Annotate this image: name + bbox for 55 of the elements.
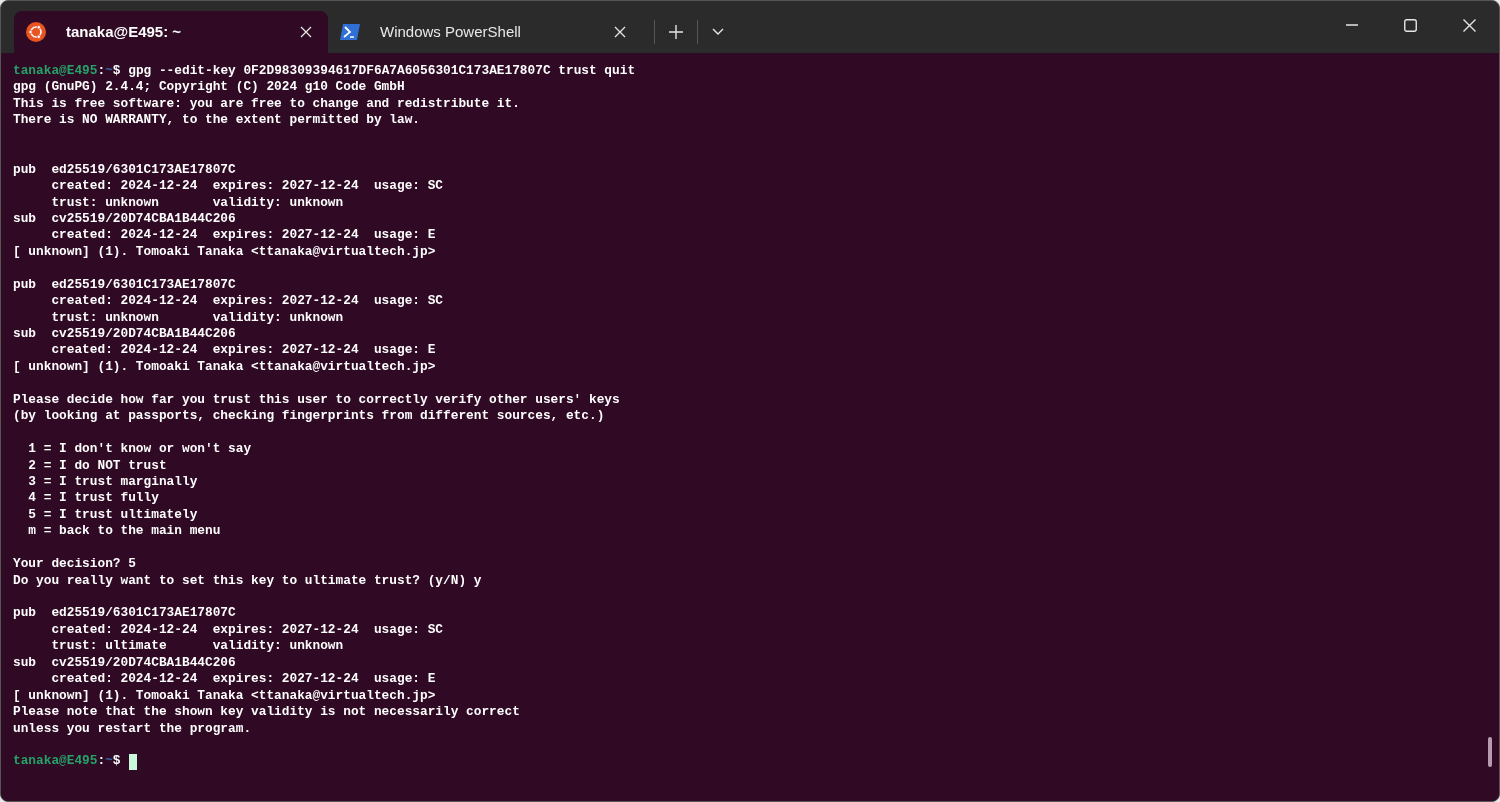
terminal-line: This is free software: you are free to change and redistribute it. <box>13 95 520 113</box>
scrollbar-thumb[interactable] <box>1488 737 1492 767</box>
terminal-line: Do you really want to set this key to ultimate trust? (y/N) y <box>13 572 482 589</box>
terminal-tab[interactable]: tanaka@E495: ~ <box>14 11 328 53</box>
terminal-line: 5 = I trust ultimately <box>27 506 198 524</box>
terminal-line: m = back to the main menu <box>27 523 221 540</box>
terminal-line: created: 2024-12-24 expires: 2027-12-24 usage: SC <box>50 178 444 195</box>
terminal-command: gpg --edit-key 0F2D98309394617DF6A7A6056301C173AE17807C trust quit <box>127 63 636 80</box>
terminal-line: [ unknown] (1). Tomoaki Tanaka <ttanaka@virtualtech.jp> <box>13 358 436 376</box>
tab-title: Windows PowerShell <box>380 21 522 42</box>
prompt-path: ~ <box>105 63 113 80</box>
terminal-tab[interactable]: Windows PowerShell <box>328 11 642 53</box>
terminal-line: (by looking at passports, checking fingerprints from different sources, etc.) <box>13 408 605 425</box>
prompt-path: ~ <box>105 753 113 770</box>
terminal-line: sub cv25519/20D74CBA1B44C206 <box>13 326 236 343</box>
powershell-icon <box>340 24 360 40</box>
terminal-line: Please note that the shown key validity is not necessarily correct <box>13 704 520 721</box>
terminal-line: 1 = I don't know or won't say <box>27 441 252 458</box>
terminal-line: pub ed25519/6301C173AE17807C <box>13 605 236 622</box>
prompt-user: tanaka@E495 <box>13 63 98 80</box>
terminal-line: sub cv25519/20D74CBA1B44C206 <box>13 654 236 672</box>
tab-title: tanaka@E495: ~ <box>66 21 183 42</box>
terminal-line: [ unknown] (1). Tomoaki Tanaka <ttanaka@virtualtech.jp> <box>13 243 436 261</box>
close-window-icon[interactable] <box>1463 18 1476 32</box>
prompt-symbol: $ <box>112 753 121 770</box>
terminal-line: 2 = I do NOT trust <box>27 457 167 474</box>
terminal-line: 4 = I trust fully <box>27 490 159 507</box>
terminal-line: unless you restart the program. <box>13 720 252 737</box>
terminal-line: pub ed25519/6301C173AE17807C <box>13 276 236 294</box>
terminal-line: created: 2024-12-24 expires: 2027-12-24 usage: SC <box>50 293 444 310</box>
terminal-line: Your decision? 5 <box>13 556 136 573</box>
prompt-symbol: $ <box>112 63 121 80</box>
close-icon[interactable] <box>614 26 626 38</box>
terminal-line: trust: ultimate validity: unknown <box>50 638 344 655</box>
prompt-user: tanaka@E495 <box>13 753 98 770</box>
ubuntu-logo-icon <box>26 22 46 42</box>
terminal-line: trust: unknown validity: unknown <box>50 194 344 211</box>
terminal-line: Please decide how far you trust this user to correctly verify other users' keys <box>13 391 620 409</box>
terminal-line: created: 2024-12-24 expires: 2027-12-24 usage: E <box>50 671 436 688</box>
terminal-line: 3 = I trust marginally <box>27 473 198 491</box>
terminal-line: created: 2024-12-24 expires: 2027-12-24 usage: E <box>50 227 436 244</box>
terminal-line: created: 2024-12-24 expires: 2027-12-24 usage: SC <box>50 621 444 639</box>
terminal-line: gpg (GnuPG) 2.4.4; Copyright (C) 2024 g10 Code GmbH <box>13 79 405 96</box>
terminal-line: There is NO WARRANTY, to the extent permitted by law. <box>13 112 420 129</box>
terminal-line: trust: unknown validity: unknown <box>50 309 344 326</box>
new-tab-icon[interactable] <box>669 25 683 39</box>
prompt-separator: : <box>97 63 106 80</box>
terminal-line: pub ed25519/6301C173AE17807C <box>13 161 236 179</box>
terminal-line: created: 2024-12-24 expires: 2027-12-24 usage: E <box>50 342 436 359</box>
prompt-separator: : <box>97 753 106 770</box>
terminal-line: [ unknown] (1). Tomoaki Tanaka <ttanaka@virtualtech.jp> <box>13 687 436 705</box>
dropdown-chevron-icon[interactable] <box>712 28 724 36</box>
close-icon[interactable] <box>300 26 312 38</box>
maximize-icon[interactable] <box>1404 18 1417 32</box>
terminal-line: sub cv25519/20D74CBA1B44C206 <box>13 210 236 228</box>
